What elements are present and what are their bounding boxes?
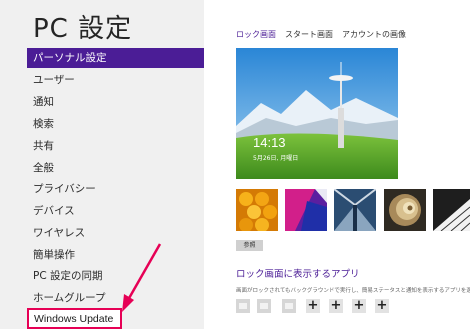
sidebar-item-wireless[interactable]: ワイヤレス: [33, 223, 85, 243]
background-thumb-abstract[interactable]: [285, 189, 327, 231]
sidebar-item-personalize[interactable]: パーソナル設定: [27, 48, 204, 68]
background-thumb-piano[interactable]: [433, 189, 470, 231]
background-thumb-bridge[interactable]: [334, 189, 376, 231]
sidebar-item-general[interactable]: 全般: [33, 158, 54, 178]
tab-account-picture[interactable]: アカウントの画像: [342, 29, 406, 40]
page-title: PC 設定: [33, 14, 133, 44]
background-thumb-honeycomb[interactable]: [236, 189, 278, 231]
lock-app-slot-chat-icon[interactable]: [236, 299, 250, 313]
lock-app-slot-calendar-icon[interactable]: [282, 299, 296, 313]
sidebar-item-homegroup[interactable]: ホームグループ: [33, 288, 106, 308]
add-lock-app-plus-icon[interactable]: +: [375, 299, 389, 313]
tab-lock-screen[interactable]: ロック画面: [236, 29, 276, 40]
tab-start-screen[interactable]: スタート画面: [285, 29, 333, 40]
add-lock-app-plus-icon[interactable]: +: [329, 299, 343, 313]
sidebar-item-privacy[interactable]: プライバシー: [33, 179, 96, 199]
sidebar-item-users[interactable]: ユーザー: [33, 70, 75, 90]
lock-screen-apps-description: 画面がロックされてもバックグラウンドで実行し、簡易ステータスと通知を表示するアプ…: [236, 288, 470, 294]
lock-screen-date: 5月26日, 月曜日: [253, 155, 299, 162]
sidebar-item-sync[interactable]: PC 設定の同期: [33, 266, 103, 286]
add-lock-app-plus-icon[interactable]: +: [306, 299, 320, 313]
background-thumb-shell[interactable]: [384, 189, 426, 231]
sidebar-item-devices[interactable]: デバイス: [33, 201, 75, 221]
lock-screen-preview: 14:13 5月26日, 月曜日: [236, 48, 398, 179]
sidebar-item-search[interactable]: 検索: [33, 114, 54, 134]
sidebar-item-share[interactable]: 共有: [33, 136, 54, 156]
sidebar-item-ease-of-access[interactable]: 簡単操作: [33, 245, 75, 265]
add-lock-app-plus-icon[interactable]: +: [352, 299, 366, 313]
sidebar-item-notifications[interactable]: 通知: [33, 92, 54, 112]
browse-button[interactable]: 参照: [236, 240, 263, 251]
lock-app-slot-mail-icon[interactable]: [257, 299, 271, 313]
lock-screen-time: 14:13: [253, 135, 286, 150]
lock-screen-apps-heading: ロック画面に表示するアプリ: [236, 269, 360, 280]
sidebar-item-windows-update[interactable]: Windows Update: [34, 312, 113, 326]
